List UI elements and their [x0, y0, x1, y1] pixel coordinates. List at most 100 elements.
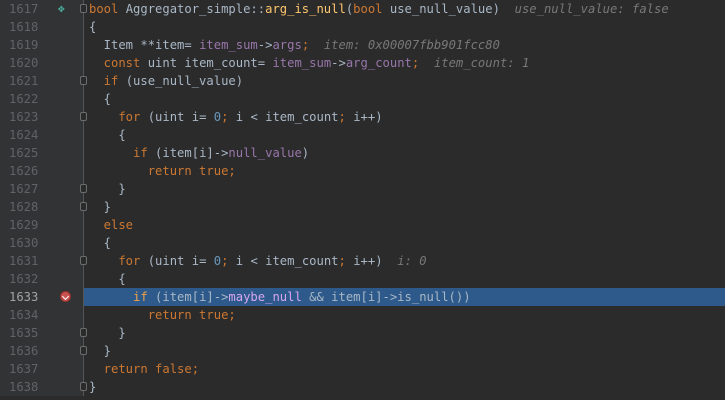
- code-text[interactable]: }: [89, 180, 125, 198]
- line-number: 1618: [9, 20, 39, 34]
- gutter[interactable]: 1627: [0, 180, 84, 198]
- gutter[interactable]: 1634: [0, 306, 84, 324]
- code-line[interactable]: 1636 }: [0, 342, 725, 360]
- code-text[interactable]: return false;: [89, 360, 199, 378]
- gutter[interactable]: 1619: [0, 36, 84, 54]
- code-text[interactable]: for (uint i= 0; i < item_count; i++): [89, 108, 382, 126]
- line-number: 1620: [9, 56, 39, 70]
- line-number: 1617: [9, 2, 39, 16]
- code-line[interactable]: 1635 }: [0, 324, 725, 342]
- code-text[interactable]: if (item[i]->null_value): [89, 144, 309, 162]
- code-line[interactable]: 1627 }: [0, 180, 725, 198]
- code-line[interactable]: 1628 }: [0, 198, 725, 216]
- gutter[interactable]: 1637: [0, 360, 84, 378]
- code-text[interactable]: bool Aggregator_simple::arg_is_null(bool…: [89, 0, 669, 18]
- code-line[interactable]: 1624 {: [0, 126, 725, 144]
- gutter[interactable]: 1629: [0, 216, 84, 234]
- code-line[interactable]: 1620 const uint item_count= item_sum->ar…: [0, 54, 725, 72]
- code-line[interactable]: 1632 {: [0, 270, 725, 288]
- code-token: {: [89, 20, 97, 34]
- code-token: maybe_null: [228, 290, 302, 304]
- code-token: (item[i]->: [155, 290, 229, 304]
- code-line[interactable]: 1623 for (uint i= 0; i < item_count; i++…: [0, 108, 725, 126]
- gutter[interactable]: 1632: [0, 270, 84, 288]
- line-number: 1628: [9, 200, 39, 214]
- code-line[interactable]: 1629 else: [0, 216, 725, 234]
- code-text[interactable]: }: [89, 342, 111, 360]
- code-text[interactable]: Item **item= item_sum->args; item: 0x000…: [89, 36, 500, 54]
- code-text[interactable]: {: [89, 126, 125, 144]
- gutter[interactable]: 1617 ✥: [0, 0, 84, 18]
- inline-debug-value: item_count: 1: [433, 56, 530, 70]
- debug-run-icon[interactable]: ✥: [58, 0, 65, 18]
- gutter[interactable]: 1621: [0, 72, 84, 90]
- code-token: const: [89, 56, 148, 70]
- gutter[interactable]: 1626: [0, 162, 84, 180]
- code-token: (use_null_value): [125, 74, 244, 88]
- code-text[interactable]: }: [89, 378, 96, 396]
- code-text[interactable]: }: [89, 324, 125, 342]
- code-line[interactable]: 1630 {: [0, 234, 725, 252]
- code-line[interactable]: 1637 return false;: [0, 360, 725, 378]
- code-line[interactable]: 1631 for (uint i= 0; i < item_count; i++…: [0, 252, 725, 270]
- gutter[interactable]: 1628: [0, 198, 84, 216]
- code-line[interactable]: 1626 return true;: [0, 162, 725, 180]
- gutter[interactable]: 1635: [0, 324, 84, 342]
- code-token: for: [89, 110, 148, 124]
- gutter[interactable]: 1622: [0, 90, 84, 108]
- code-line[interactable]: 1621 if (use_null_value): [0, 72, 725, 90]
- gutter[interactable]: 1618: [0, 18, 84, 36]
- gutter[interactable]: 1631: [0, 252, 84, 270]
- code-token: }: [89, 344, 112, 358]
- code-text[interactable]: {: [89, 270, 125, 288]
- code-line[interactable]: 1618 {: [0, 18, 725, 36]
- code-text[interactable]: if (item[i]->maybe_null && item[i]->is_n…: [89, 288, 471, 306]
- code-text[interactable]: return true;: [89, 306, 236, 324]
- gutter[interactable]: 1620: [0, 54, 84, 72]
- code-text[interactable]: for (uint i= 0; i < item_count; i++) i: …: [89, 252, 426, 270]
- fold-marker-icon[interactable]: [80, 76, 87, 85]
- inline-debug-value: use_null_value: false: [514, 2, 669, 16]
- code-text[interactable]: else: [89, 216, 133, 234]
- code-text[interactable]: const uint item_count= item_sum->arg_cou…: [89, 54, 530, 72]
- gutter[interactable]: 1636: [0, 342, 84, 360]
- code-token: return true;: [89, 164, 236, 178]
- gutter[interactable]: 1624: [0, 126, 84, 144]
- gutter[interactable]: 1630: [0, 234, 84, 252]
- code-line[interactable]: 1638}: [0, 378, 725, 396]
- code-editor[interactable]: 1617 ✥ bool Aggregator_simple::arg_is_null…: [0, 0, 725, 400]
- code-text[interactable]: return true;: [89, 162, 236, 180]
- code-token: if: [89, 290, 156, 304]
- code-token: use_null_value): [389, 2, 515, 16]
- fold-marker-icon[interactable]: [80, 346, 87, 355]
- code-text[interactable]: }: [89, 198, 111, 216]
- gutter[interactable]: 1633: [0, 288, 84, 306]
- fold-marker-icon[interactable]: [80, 382, 87, 391]
- fold-marker-icon[interactable]: [80, 202, 87, 211]
- breakpoint-icon[interactable]: [60, 291, 71, 302]
- fold-marker-icon[interactable]: [80, 112, 87, 121]
- code-token: 0: [213, 110, 222, 124]
- code-text[interactable]: {: [89, 234, 111, 252]
- code-line[interactable]: 1619 Item **item= item_sum->args; item: …: [0, 36, 725, 54]
- code-token: item_sum: [199, 38, 258, 52]
- code-line[interactable]: 1625 if (item[i]->null_value): [0, 144, 725, 162]
- fold-marker-icon[interactable]: [80, 256, 87, 265]
- code-text[interactable]: {: [89, 18, 96, 36]
- code-line[interactable]: 1633 if (item[i]->maybe_null && item[i]-…: [0, 288, 725, 306]
- code-line[interactable]: 1634 return true;: [0, 306, 725, 324]
- code-text[interactable]: {: [89, 90, 111, 108]
- code-text[interactable]: if (use_null_value): [89, 72, 243, 90]
- gutter[interactable]: 1625: [0, 144, 84, 162]
- fold-marker-icon[interactable]: [80, 328, 87, 337]
- gutter[interactable]: 1623: [0, 108, 84, 126]
- line-number: 1619: [9, 38, 39, 52]
- code-line[interactable]: 1622 {: [0, 90, 725, 108]
- gutter[interactable]: 1638: [0, 378, 84, 396]
- code-line[interactable]: 1617 ✥ bool Aggregator_simple::arg_is_null…: [0, 0, 725, 18]
- code-token: ->: [257, 38, 273, 52]
- fold-marker-icon[interactable]: [80, 4, 87, 13]
- code-token: if: [89, 74, 126, 88]
- code-token: Item **item=: [89, 38, 200, 52]
- fold-marker-icon[interactable]: [80, 184, 87, 193]
